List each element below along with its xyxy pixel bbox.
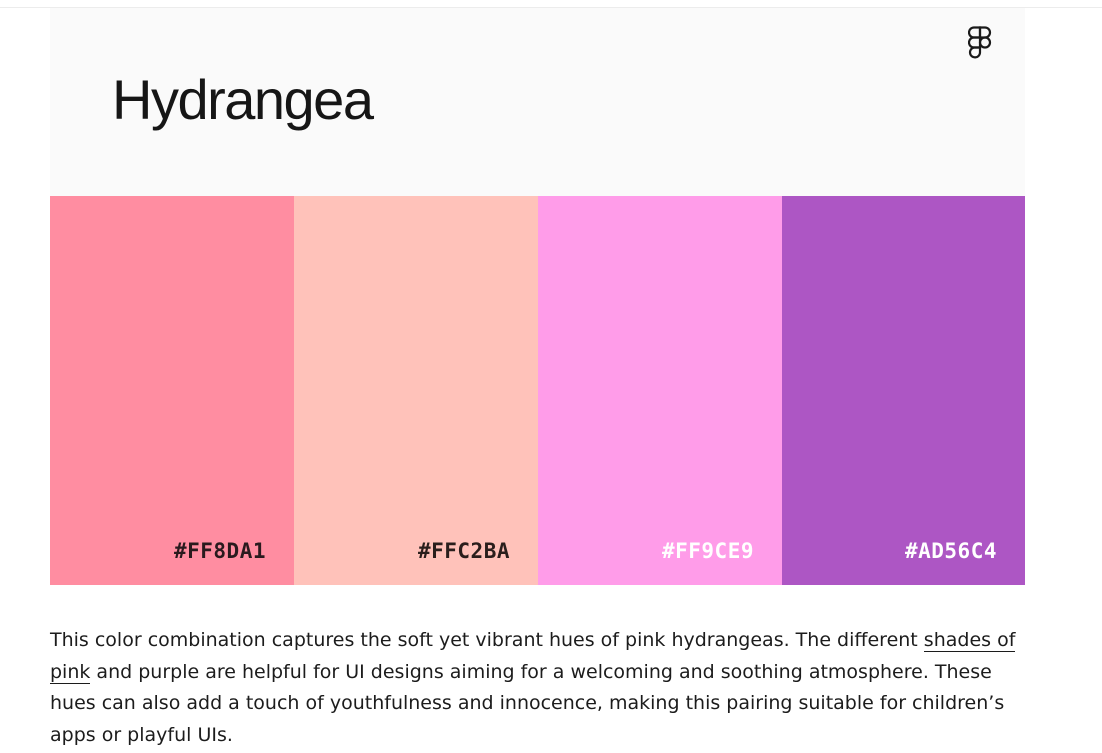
description-text: and purple are helpful for UI designs ai… (50, 660, 1005, 746)
swatch-hex-label: #AD56C4 (904, 539, 997, 563)
color-swatch: #AD56C4 (782, 196, 1025, 585)
palette-description: This color combination captures the soft… (50, 625, 1040, 751)
color-swatch: #FFC2BA (294, 196, 538, 585)
description-text: This color combination captures the soft… (50, 629, 924, 651)
swatch-hex-label: #FFC2BA (417, 539, 510, 563)
figma-icon (968, 26, 992, 60)
palette-card: Hydrangea #FF8DA1 #FFC2BA #FF9CE9 #AD56C… (50, 8, 1025, 585)
color-swatch: #FF9CE9 (538, 196, 782, 585)
swatch-hex-label: #FF9CE9 (661, 539, 754, 563)
color-swatch: #FF8DA1 (50, 196, 294, 585)
palette-title: Hydrangea (112, 68, 374, 131)
swatch-hex-label: #FF8DA1 (173, 539, 266, 563)
color-swatches: #FF8DA1 #FFC2BA #FF9CE9 #AD56C4 (50, 196, 1025, 585)
